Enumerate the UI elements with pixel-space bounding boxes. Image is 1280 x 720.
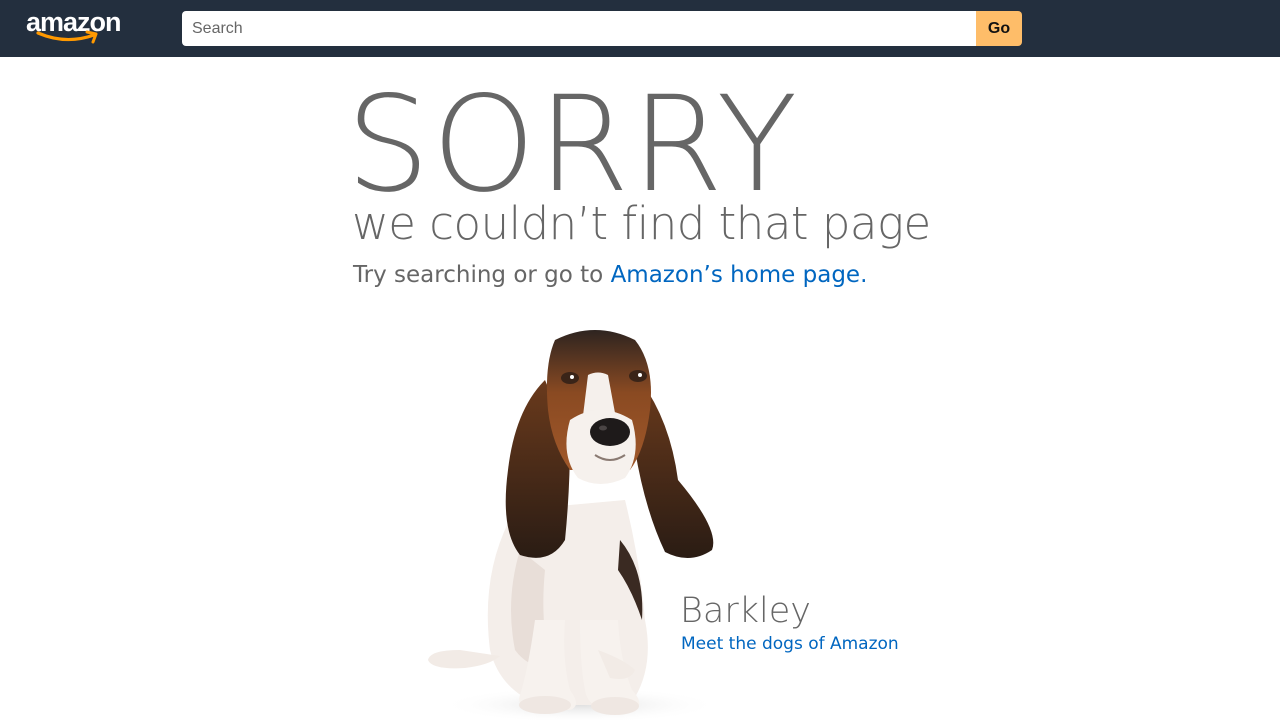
search-input[interactable] [182, 11, 976, 46]
try-searching-prefix: Try searching or go to [353, 262, 611, 288]
amazon-logo[interactable]: amazon [26, 6, 130, 46]
try-searching-suffix: . [860, 262, 868, 288]
home-page-link[interactable]: Amazon’s home page [611, 262, 861, 288]
basset-hound-dog-image [428, 330, 720, 720]
page-not-found-subheadline: we couldn’t find that page [352, 197, 931, 250]
try-searching-text: Try searching or go to Amazon’s home pag… [353, 260, 867, 290]
go-button[interactable]: Go [976, 11, 1022, 46]
meet-the-dogs-link[interactable]: Meet the dogs of Amazon [681, 632, 899, 656]
smile-arrow-icon [36, 30, 98, 44]
dog-name: Barkley [680, 591, 811, 631]
top-navigation-bar: amazon Go [0, 0, 1280, 57]
